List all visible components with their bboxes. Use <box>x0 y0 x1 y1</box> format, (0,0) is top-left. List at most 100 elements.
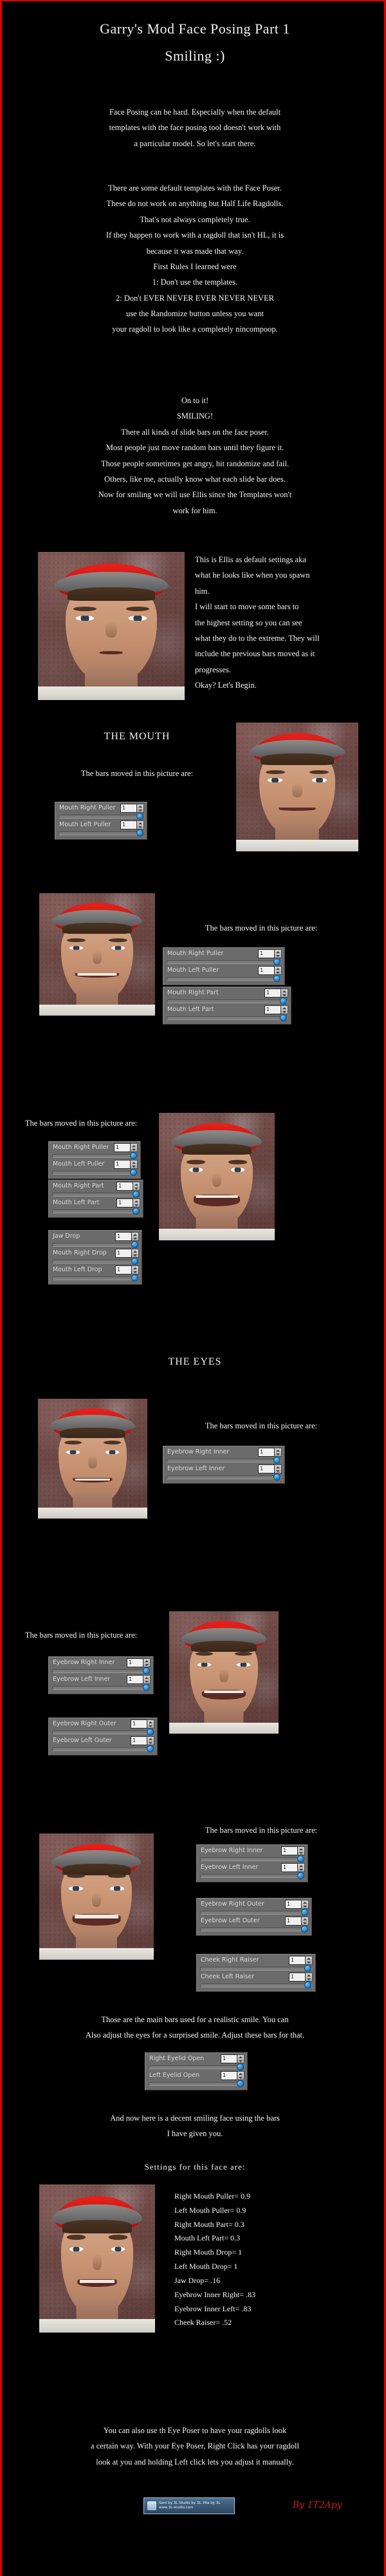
slider-value-spinner[interactable]: 1 <box>285 1917 309 1926</box>
slider-knob[interactable] <box>130 1169 138 1176</box>
slider-value-field[interactable]: 1 <box>264 1005 281 1014</box>
slider-row[interactable]: Eyebrow Left Outer 1 <box>50 1736 156 1753</box>
slider-value-field[interactable]: 1 <box>120 804 137 813</box>
spinner-arrows[interactable] <box>132 1249 139 1258</box>
chevron-down-icon[interactable] <box>138 826 142 828</box>
slider-value-spinner[interactable]: 1 <box>114 1143 138 1152</box>
slider-value-field[interactable]: 1 <box>258 949 275 958</box>
slider-value-field[interactable]: 1 <box>264 989 281 998</box>
slider-track[interactable] <box>167 1459 281 1463</box>
chevron-up-icon[interactable] <box>133 1250 137 1253</box>
slider-track[interactable] <box>167 960 281 964</box>
slider-value-field[interactable]: 1 <box>289 1956 306 1965</box>
spinner-arrows[interactable] <box>275 1448 282 1457</box>
slider-knob[interactable] <box>280 998 288 1005</box>
slider-knob[interactable] <box>280 1014 288 1021</box>
chevron-down-icon[interactable] <box>149 1725 152 1727</box>
slider-knob[interactable] <box>304 1965 312 1972</box>
chevron-up-icon[interactable] <box>145 1676 149 1679</box>
chevron-up-icon[interactable] <box>239 2072 243 2075</box>
slider-panel-mouth-step-3-group-2[interactable]: Mouth Right Part 1 Mouth Left Part 1 <box>48 1180 143 1218</box>
slider-value-field[interactable]: 1 <box>115 1249 132 1258</box>
slider-row[interactable]: Mouth Left Puller 1 <box>57 820 145 837</box>
spinner-arrows[interactable] <box>143 1658 151 1667</box>
slider-value-spinner[interactable]: 1 <box>281 1846 305 1855</box>
slider-value-spinner[interactable]: 1 <box>116 1182 140 1191</box>
chevron-down-icon[interactable] <box>133 1254 137 1256</box>
slider-track[interactable] <box>167 999 288 1003</box>
chevron-down-icon[interactable] <box>299 1852 303 1854</box>
slider-value-spinner[interactable]: 1 <box>289 1956 313 1965</box>
chevron-up-icon[interactable] <box>132 1161 136 1164</box>
spinner-arrows[interactable] <box>275 966 282 975</box>
slider-value-field[interactable]: 1 <box>285 1917 302 1926</box>
slider-row[interactable]: Mouth Right Drop 1 <box>50 1249 140 1265</box>
chevron-up-icon[interactable] <box>307 1974 311 1976</box>
slider-row[interactable]: Eyebrow Right Inner 1 <box>50 1658 152 1675</box>
spinner-arrows[interactable] <box>298 1846 305 1855</box>
slider-value-spinner[interactable]: 1 <box>258 1464 282 1473</box>
slider-knob[interactable] <box>273 975 281 982</box>
slider-track[interactable] <box>167 1475 281 1479</box>
spinner-arrows[interactable] <box>133 1182 140 1191</box>
slider-value-spinner[interactable]: 1 <box>221 2071 244 2080</box>
slider-knob[interactable] <box>131 1274 139 1282</box>
slider-knob[interactable] <box>273 1457 281 1464</box>
spinner-arrows[interactable] <box>275 1464 282 1473</box>
slider-value-spinner[interactable]: 1 <box>258 966 282 975</box>
chevron-up-icon[interactable] <box>282 990 286 992</box>
chevron-down-icon[interactable] <box>276 971 280 974</box>
slider-value-field[interactable]: 1 <box>258 966 275 975</box>
slider-track[interactable] <box>59 831 143 835</box>
slider-value-spinner[interactable]: 1 <box>264 1005 288 1014</box>
spinner-arrows[interactable] <box>306 1973 313 1982</box>
slider-knob[interactable] <box>300 1926 308 1933</box>
spinner-arrows[interactable] <box>132 1265 139 1274</box>
slider-value-spinner[interactable]: 1 <box>281 1863 305 1872</box>
slider-value-spinner[interactable]: 1 <box>131 1719 154 1728</box>
slider-value-field[interactable]: 1 <box>258 1448 275 1457</box>
chevron-up-icon[interactable] <box>134 1183 138 1186</box>
chevron-up-icon[interactable] <box>132 1144 136 1147</box>
slider-panel-eyes-step-2-group-2[interactable]: Eyebrow Right Outer 1 Eyebrow Left Outer 1 <box>48 1718 158 1756</box>
slider-value-field[interactable]: 1 <box>221 2071 237 2080</box>
slider-panel-eyes-step-3-group-1[interactable]: Eyebrow Right Inner 1 Eyebrow Left Inner 1 <box>196 1844 308 1882</box>
slider-knob[interactable] <box>300 1909 308 1916</box>
slider-value-spinner[interactable]: 1 <box>221 2054 244 2063</box>
chevron-up-icon[interactable] <box>239 2056 243 2058</box>
chevron-down-icon[interactable] <box>149 1741 152 1744</box>
slider-knob[interactable] <box>146 1728 154 1736</box>
chevron-up-icon[interactable] <box>276 951 280 953</box>
slider-value-spinner[interactable]: 1 <box>285 1900 309 1909</box>
slider-value-field[interactable]: 1 <box>120 820 137 829</box>
slider-track[interactable] <box>52 1260 138 1264</box>
spinner-arrows[interactable] <box>275 949 282 958</box>
slider-row[interactable]: Mouth Left Puller 1 <box>50 1160 139 1177</box>
slider-value-field[interactable]: 1 <box>116 1198 133 1208</box>
slider-track[interactable] <box>200 1874 304 1878</box>
chevron-down-icon[interactable] <box>282 1010 286 1013</box>
slider-track[interactable] <box>167 977 281 981</box>
chevron-down-icon[interactable] <box>276 1453 280 1455</box>
footer-banner[interactable]: Sent by 3L Studio by 3L. Mia by 3L www.3… <box>143 2497 235 2514</box>
chevron-up-icon[interactable] <box>145 1660 149 1662</box>
slider-value-field[interactable]: 1 <box>114 1160 131 1169</box>
spinner-arrows[interactable] <box>137 804 144 813</box>
slider-value-field[interactable]: 1 <box>289 1973 306 1982</box>
slider-value-spinner[interactable]: 1 <box>131 1736 154 1745</box>
spinner-arrows[interactable] <box>131 1160 138 1169</box>
slider-panel-mouth-step-2-group-2[interactable]: Mouth Right Part 1 Mouth Left Part 1 <box>163 987 291 1025</box>
slider-track[interactable] <box>167 1016 288 1020</box>
slider-value-spinner[interactable]: 1 <box>289 1973 313 1982</box>
spinner-arrows[interactable] <box>147 1736 154 1745</box>
slider-row[interactable]: Eyebrow Right Inner 1 <box>198 1846 306 1863</box>
slider-row[interactable]: Jaw Drop 1 <box>50 1232 140 1249</box>
slider-panel-mouth-step-3-group-3[interactable]: Jaw Drop 1 Mouth Right Drop 1 Mouth Left Dro… <box>48 1230 142 1285</box>
slider-track[interactable] <box>52 1669 150 1673</box>
slider-row[interactable]: Mouth Left Puller 1 <box>165 966 283 983</box>
slider-value-spinner[interactable]: 1 <box>258 1448 282 1457</box>
spinner-arrows[interactable] <box>306 1956 313 1965</box>
slider-row[interactable]: Mouth Right Part 1 <box>165 989 290 1005</box>
slider-panel-mouth-step-2-group-1[interactable]: Mouth Right Puller 1 Mouth Left Puller 1 <box>163 947 285 985</box>
chevron-up-icon[interactable] <box>133 1233 137 1236</box>
